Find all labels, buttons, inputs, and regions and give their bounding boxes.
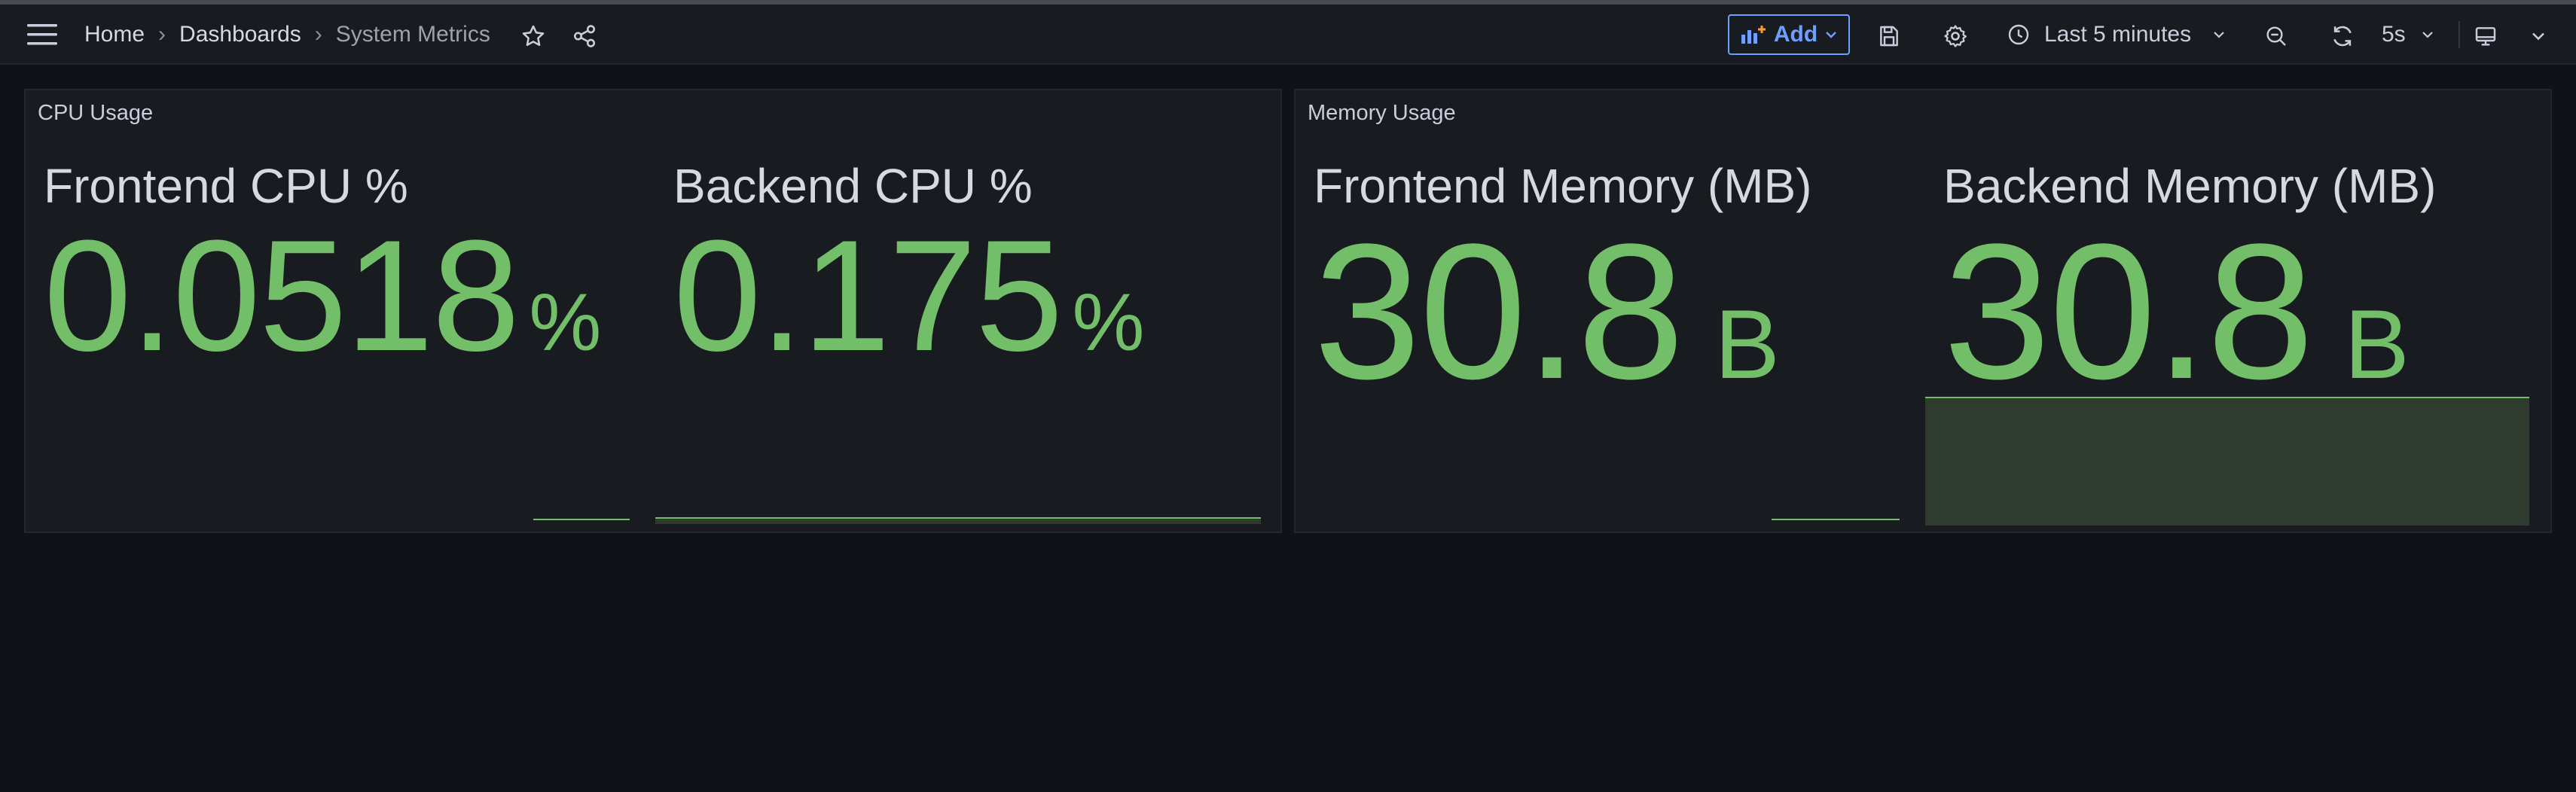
backend-memory-sparkline xyxy=(1925,397,2529,525)
bar-chart-plus-icon xyxy=(1741,26,1766,44)
stat-value: 0.0518% xyxy=(44,217,601,375)
star-icon[interactable] xyxy=(518,21,548,51)
zoom-out-icon[interactable] xyxy=(2261,21,2291,51)
breadcrumb: Home › Dashboards › System Metrics xyxy=(84,20,490,50)
time-range-picker[interactable]: Last 5 minutes xyxy=(2007,5,2226,65)
panel-title: CPU Usage xyxy=(38,101,154,125)
chevron-down-icon xyxy=(1826,32,1837,38)
backend-memory-stat: Backend Memory (MB) 30.8 B xyxy=(1943,158,2436,408)
stat-number: 30.8 xyxy=(1314,204,1684,419)
stat-title: Backend CPU % xyxy=(673,159,1033,213)
top-navigation-bar: Home › Dashboards › System Metrics Add L… xyxy=(0,5,2576,65)
memory-usage-panel[interactable]: Memory Usage Frontend Memory (MB) 30.8 B … xyxy=(1294,89,2552,533)
hamburger-menu-icon[interactable] xyxy=(26,18,59,51)
stat-value: 0.175% xyxy=(673,217,1145,375)
refresh-interval-label: 5s xyxy=(2382,22,2406,47)
stat-title: Frontend CPU % xyxy=(44,159,408,213)
breadcrumb-separator: › xyxy=(158,22,166,47)
chevron-down-icon xyxy=(2214,32,2224,38)
toolbar-divider xyxy=(2458,21,2460,48)
refresh-icon[interactable] xyxy=(2327,21,2358,51)
stat-number: 0.175 xyxy=(673,207,1064,384)
panel-title: Memory Usage xyxy=(1308,101,1456,125)
breadcrumb-home[interactable]: Home xyxy=(84,22,145,47)
stat-unit: B xyxy=(2344,289,2410,399)
add-button-label: Add xyxy=(1773,22,1818,47)
stat-value: 30.8 B xyxy=(1314,215,1811,408)
backend-cpu-stat: Backend CPU % 0.175% xyxy=(673,158,1145,375)
frontend-memory-sparkline xyxy=(1772,519,1900,520)
stat-unit: % xyxy=(529,276,602,367)
page-title: System Metrics xyxy=(335,22,490,47)
refresh-interval-picker[interactable]: 5s xyxy=(2382,5,2434,65)
add-button[interactable]: Add xyxy=(1728,14,1850,55)
stat-unit: B xyxy=(1714,289,1780,399)
breadcrumb-dashboards[interactable]: Dashboards xyxy=(179,22,301,47)
frontend-cpu-sparkline xyxy=(533,519,630,520)
save-icon[interactable] xyxy=(1874,21,1904,51)
chevron-down-icon[interactable] xyxy=(2523,21,2553,51)
gear-icon[interactable] xyxy=(1940,21,1970,51)
time-range-label: Last 5 minutes xyxy=(2044,22,2192,47)
share-icon[interactable] xyxy=(569,21,600,51)
breadcrumb-separator: › xyxy=(314,22,322,47)
frontend-cpu-stat: Frontend CPU % 0.0518% xyxy=(44,158,601,375)
stat-value: 30.8 B xyxy=(1943,215,2436,408)
backend-cpu-sparkline xyxy=(655,517,1261,524)
stat-number: 30.8 xyxy=(1943,204,2314,419)
stat-number: 0.0518 xyxy=(44,207,520,384)
stat-unit: % xyxy=(1072,276,1145,367)
tv-mode-icon[interactable] xyxy=(2471,21,2501,51)
chevron-down-icon xyxy=(2422,32,2433,38)
frontend-memory-stat: Frontend Memory (MB) 30.8 B xyxy=(1314,158,1811,408)
clock-icon xyxy=(2008,24,2029,45)
cpu-usage-panel[interactable]: CPU Usage Frontend CPU % 0.0518% Backend… xyxy=(24,89,1282,533)
